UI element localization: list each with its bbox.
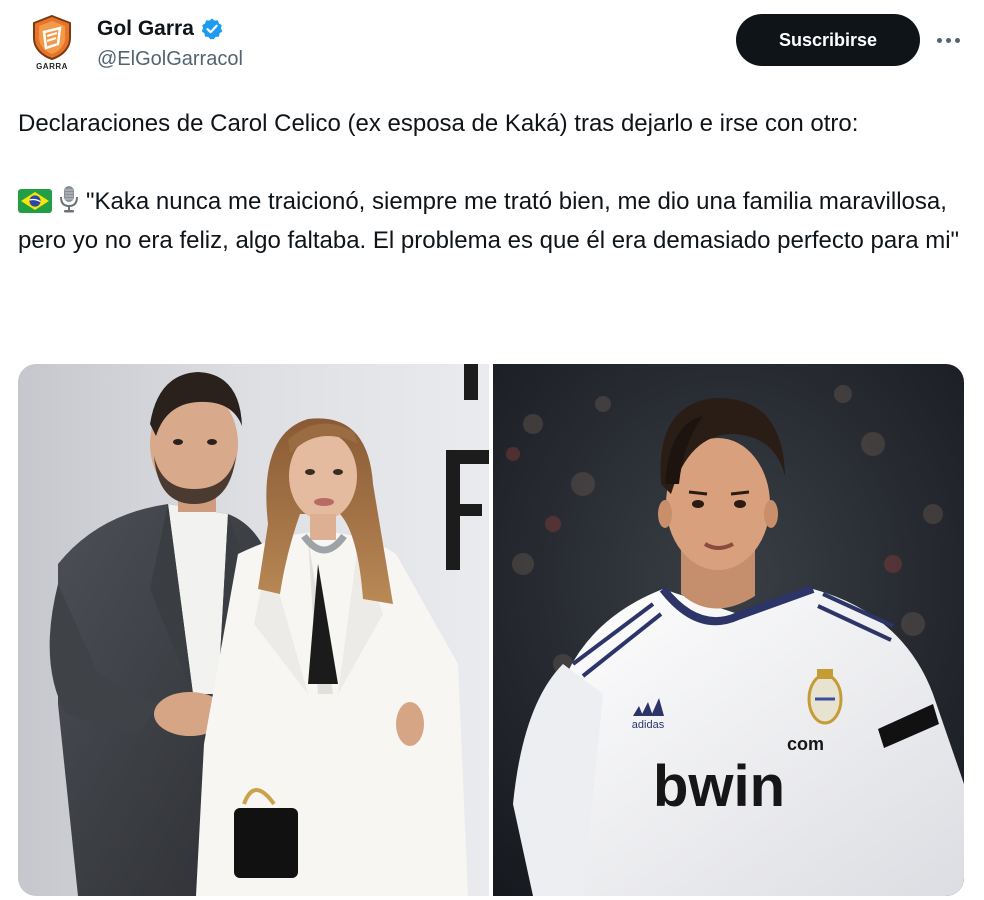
couple-image (18, 364, 489, 896)
tweet-text: Declaraciones de Carol Celico (ex esposa… (18, 104, 968, 260)
more-options-icon[interactable] (928, 22, 968, 58)
avatar-caption: GARRA (36, 62, 68, 71)
media-grid: adidas bwin com (18, 364, 964, 896)
tweet-intro: Declaraciones de Carol Celico (ex esposa… (18, 110, 859, 137)
footballer-photo[interactable]: adidas bwin com (493, 364, 964, 896)
tweet-quote: "Kaka nunca me traicionó, siempre me tra… (18, 188, 960, 254)
dot (936, 37, 942, 43)
handle[interactable]: @ElGolGarracol (97, 48, 243, 71)
shirt-sponsor-suffix: com (787, 734, 824, 754)
gol-garra-logo-icon (33, 14, 71, 60)
footballer-image: adidas bwin com (493, 364, 964, 896)
brazil-flag-icon (18, 189, 52, 213)
microphone-icon (60, 186, 78, 213)
tweet-quote-paragraph: "Kaka nunca me traicionó, siempre me tra… (18, 182, 968, 260)
dot (945, 37, 951, 43)
subscribe-button[interactable]: Suscribirse (736, 14, 920, 66)
couple-photo[interactable] (18, 364, 489, 896)
tweet-card: GARRA Gol Garra @ElGolGarracol Suscribir… (0, 0, 984, 900)
kit-brand: adidas (632, 719, 665, 731)
display-name[interactable]: Gol Garra (97, 17, 194, 41)
dot (954, 37, 960, 43)
shirt-sponsor: bwin (653, 754, 785, 819)
verified-badge-icon (201, 18, 223, 40)
avatar[interactable]: GARRA (20, 14, 84, 78)
account-info: Gol Garra @ElGolGarracol (97, 14, 243, 71)
